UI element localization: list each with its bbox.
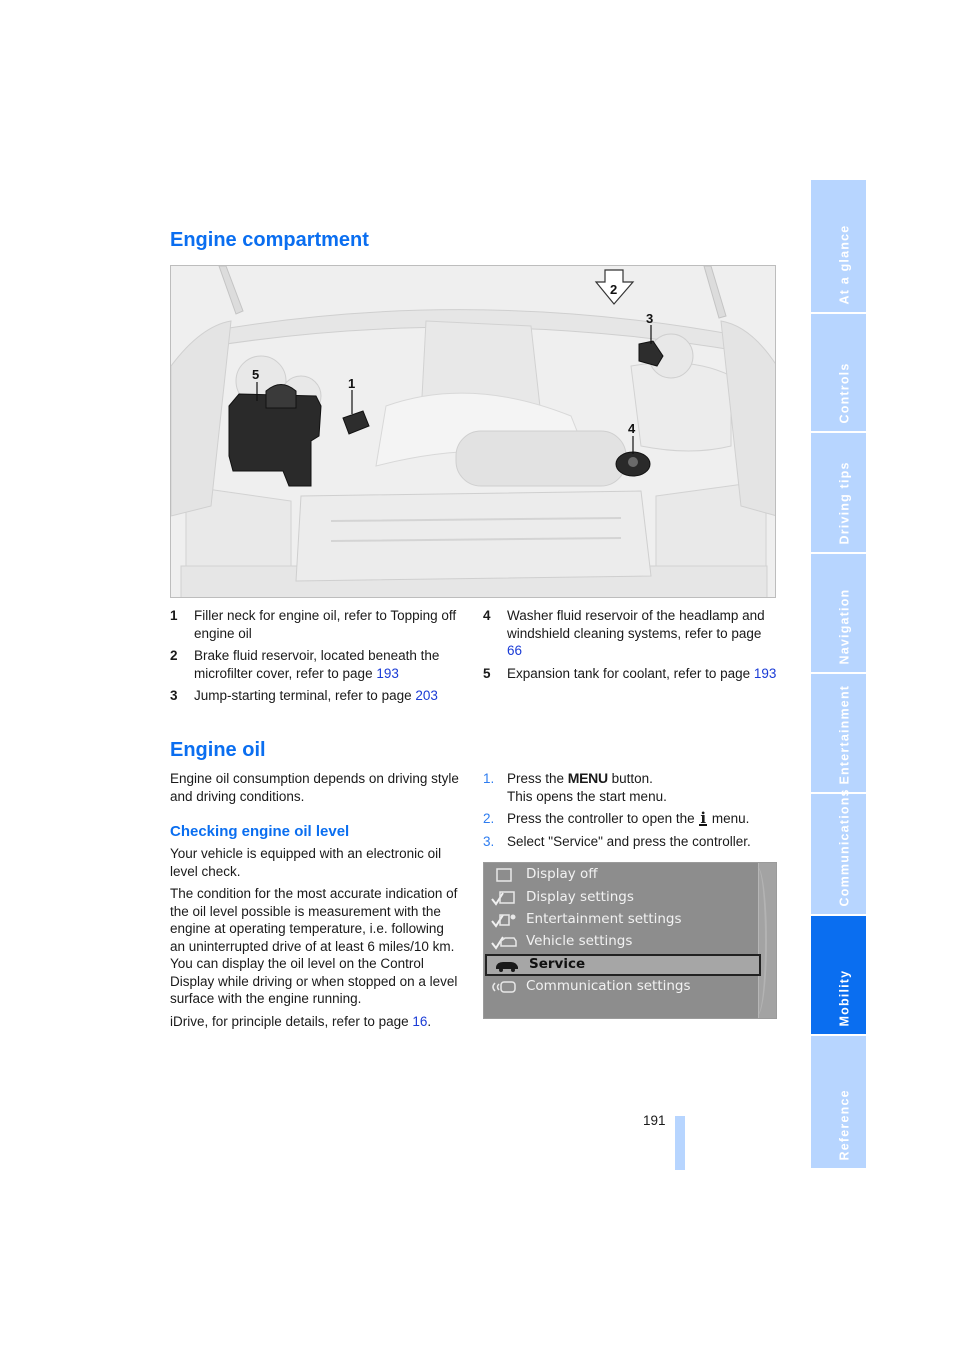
legend-item: 1 Filler neck for engine oil, refer to T… xyxy=(170,608,457,641)
engine-compartment-illustration: 5 1 2 3 4 xyxy=(170,265,776,598)
legend-item: 2 Brake fluid reservoir, located beneath… xyxy=(170,648,440,681)
step-item: 2. Press the controller to open the i me… xyxy=(483,809,750,827)
callout-1: 1 xyxy=(348,376,355,391)
menu-item-vehicle-settings[interactable]: Vehicle settings xyxy=(484,931,760,953)
steps-list: 1. Press the MENU button. This opens the… xyxy=(483,770,778,855)
tab-at-a-glance[interactable]: At a glance xyxy=(811,180,866,312)
tab-mobility[interactable]: Mobility xyxy=(811,916,866,1034)
entertainment-settings-icon xyxy=(484,912,524,928)
tab-entertainment[interactable]: Entertainment xyxy=(811,674,866,792)
tab-communications[interactable]: Communications xyxy=(811,788,866,914)
tab-driving-tips[interactable]: Driving tips xyxy=(811,433,866,552)
communication-settings-icon xyxy=(484,979,524,995)
tab-navigation[interactable]: Navigation xyxy=(811,554,866,672)
legend-item: 5 Expansion tank for coolant, refer to p… xyxy=(483,665,777,681)
legend-list-left: 1 Filler neck for engine oil, refer to T… xyxy=(170,607,462,710)
display-settings-icon xyxy=(484,890,524,906)
paragraph: Your vehicle is equipped with an electro… xyxy=(170,846,442,879)
callout-2: 2 xyxy=(610,282,617,297)
checking-oil-body: Your vehicle is equipped with an electro… xyxy=(170,845,462,1035)
step-item: 3. Select "Service" and press the contro… xyxy=(483,833,751,849)
legend-item: 3 Jump-starting terminal, refer to page … xyxy=(170,688,438,703)
vehicle-settings-icon xyxy=(484,934,524,950)
section-title-engine-compartment: Engine compartment xyxy=(170,229,369,251)
legend-item: 4 Washer fluid reservoir of the headlamp… xyxy=(483,608,765,658)
subheading-checking-oil-level: Checking engine oil level xyxy=(170,823,350,840)
page-link-66[interactable]: 66 xyxy=(507,643,522,658)
page-link-193[interactable]: 193 xyxy=(754,666,777,681)
menu-item-entertainment-settings[interactable]: Entertainment settings xyxy=(484,909,760,931)
menu-item-display-settings[interactable]: Display settings xyxy=(484,887,760,909)
idrive-menu-screenshot: Display off Display settings Entertainme… xyxy=(483,862,777,1019)
page-link-16[interactable]: 16 xyxy=(412,1014,427,1029)
menu-scroll-rail xyxy=(758,863,776,1018)
tab-reference[interactable]: Reference xyxy=(811,1036,866,1168)
checkbox-icon xyxy=(484,867,524,883)
callout-4: 4 xyxy=(628,421,636,436)
legend-list-right: 4 Washer fluid reservoir of the headlamp… xyxy=(483,607,778,687)
info-menu-icon: i xyxy=(699,809,708,827)
menu-item-service[interactable]: Service xyxy=(485,954,761,976)
menu-item-display-off[interactable]: Display off xyxy=(484,864,760,886)
tab-controls[interactable]: Controls xyxy=(811,314,866,431)
callout-5: 5 xyxy=(252,367,259,382)
page-link-193[interactable]: 193 xyxy=(376,666,399,681)
paragraph: iDrive, for principle details, refer to … xyxy=(170,1013,432,1029)
step-item: 1. Press the MENU button. This opens the… xyxy=(483,770,667,804)
menu-button-label: MENU xyxy=(567,770,608,786)
engine-oil-intro: Engine oil consumption depends on drivin… xyxy=(170,771,459,804)
paragraph: The condition for the most accurate indi… xyxy=(170,886,458,1006)
page-link-203[interactable]: 203 xyxy=(415,688,438,703)
page-number: 191 xyxy=(643,1113,666,1128)
service-car-icon xyxy=(487,958,527,972)
callout-3: 3 xyxy=(646,311,653,326)
section-title-engine-oil: Engine oil xyxy=(170,739,266,761)
page-marker-bar xyxy=(675,1116,685,1170)
menu-item-communication-settings[interactable]: Communication settings xyxy=(484,976,760,998)
